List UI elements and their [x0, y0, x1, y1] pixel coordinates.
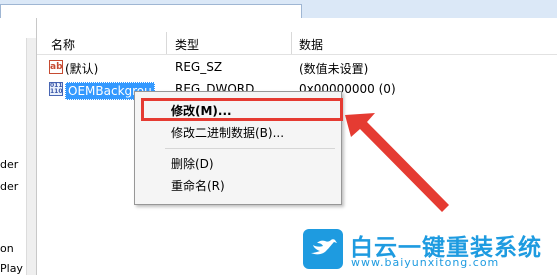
watermark-logo: 白云一键重装系统 www.baiyunxitong.com [302, 228, 554, 273]
logo-url: www.baiyunxitong.com [351, 256, 500, 269]
bird-logo-icon [303, 229, 343, 269]
